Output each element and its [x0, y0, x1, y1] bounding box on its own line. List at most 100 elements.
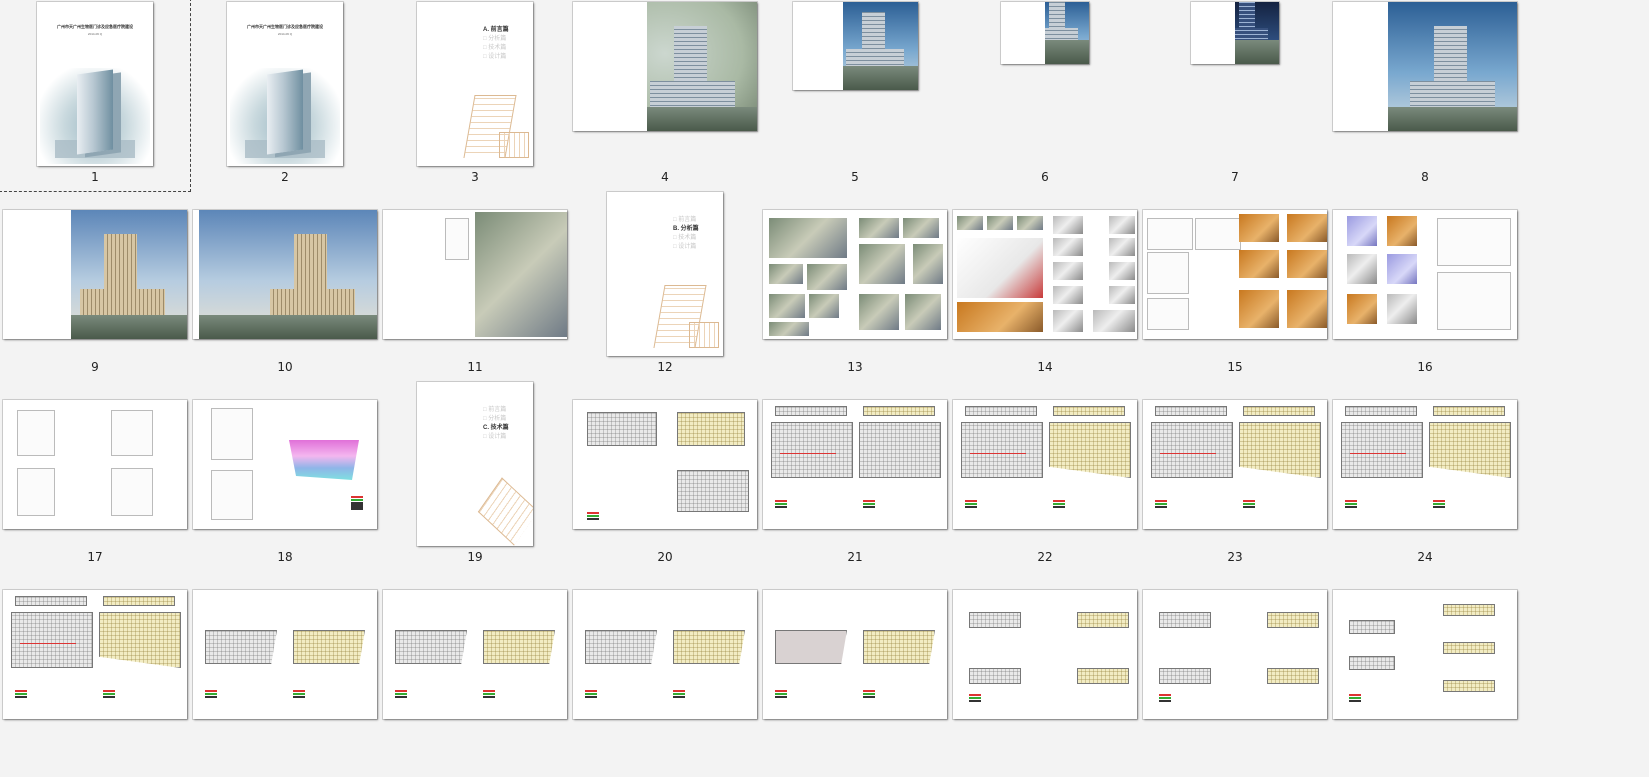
slide-cell[interactable]: [950, 570, 1140, 760]
slide-cell[interactable]: A. 前言篇 □ 分析篇 □ 技术篇 □ 设计篇 3: [380, 0, 570, 190]
legend: [293, 690, 305, 698]
slide-thumbnail[interactable]: [1001, 2, 1089, 64]
slide-cell[interactable]: 13: [760, 190, 950, 380]
massing-model: [1287, 214, 1327, 242]
slide-thumbnail[interactable]: [763, 210, 947, 339]
slide-cell[interactable]: 11: [380, 190, 570, 380]
slide-thumbnail[interactable]: 广州市天广州生物医门诊及应急医疗院建设 2014-06 Q: [227, 2, 343, 166]
slide-cell[interactable]: [760, 570, 950, 760]
slide-number: 13: [847, 360, 863, 374]
floor-plan: [587, 412, 657, 446]
blank-margin: [573, 2, 647, 131]
slide-thumbnail[interactable]: [953, 590, 1137, 719]
slide-thumbnail[interactable]: [573, 400, 757, 529]
photo-tile: [769, 294, 805, 318]
slide-cell[interactable]: 6: [950, 0, 1140, 190]
floor-plan: [99, 612, 181, 668]
slide-number: 3: [471, 170, 479, 184]
slide-thumbnail[interactable]: [1143, 400, 1327, 529]
floor-plan: [585, 630, 657, 664]
slide-thumbnail[interactable]: [1333, 590, 1517, 719]
slide-thumbnail[interactable]: [953, 400, 1137, 529]
slide-thumbnail[interactable]: [3, 210, 187, 339]
legend: [965, 500, 977, 508]
slide-number: 9: [91, 360, 99, 374]
massing-model: [1239, 214, 1279, 242]
slide-thumbnail[interactable]: [573, 2, 757, 131]
slide-thumbnail[interactable]: [1143, 210, 1327, 339]
legend: [673, 690, 685, 698]
slide-cell[interactable]: [0, 570, 190, 760]
slide-thumbnail[interactable]: [763, 400, 947, 529]
slide-cell[interactable]: 8: [1330, 0, 1520, 190]
slide-cell[interactable]: 5: [760, 0, 950, 190]
render-podium: [270, 288, 355, 317]
slide-cell[interactable]: 7: [1140, 0, 1330, 190]
slide-thumbnail[interactable]: A. 前言篇 □ 分析篇 □ 技术篇 □ 设计篇: [417, 2, 533, 166]
photo-tile: [807, 264, 847, 290]
slide-cell[interactable]: 17: [0, 380, 190, 570]
cover-title: 广州市天广州生物医门诊及应急医疗院建设: [57, 24, 133, 29]
massing-model: [1347, 254, 1377, 284]
slide-thumbnail[interactable]: [953, 210, 1137, 339]
legend: [205, 690, 217, 698]
slide-cell[interactable]: 4: [570, 0, 760, 190]
slide-thumbnail[interactable]: [763, 590, 947, 719]
slide-cell[interactable]: [1330, 570, 1520, 760]
diagram: [1195, 218, 1241, 250]
section-menu: □ 前言篇 B. 分析篇 □ 技术篇 □ 设计篇: [673, 216, 713, 252]
slide-cell[interactable]: 10: [190, 190, 380, 380]
cover-title: 广州市天广州生物医门诊及应急医疗院建设: [247, 24, 323, 29]
slide-cell[interactable]: 22: [950, 380, 1140, 570]
slide-thumbnail[interactable]: 广州市天广州生物医门诊及应急医疗院建设 2014-06 Q: [37, 2, 153, 166]
slide-thumbnail[interactable]: [1333, 210, 1517, 339]
slide-thumbnail[interactable]: □ 前言篇 B. 分析篇 □ 技术篇 □ 设计篇: [607, 192, 723, 356]
slide-thumbnail[interactable]: [1143, 590, 1327, 719]
legend: [483, 690, 495, 698]
legend: [1159, 694, 1171, 702]
slide-cell[interactable]: 15: [1140, 190, 1330, 380]
render-podium: [80, 288, 165, 317]
photo-tile: [1017, 216, 1043, 230]
slide-cell[interactable]: 20: [570, 380, 760, 570]
slide-cell[interactable]: 18: [190, 380, 380, 570]
slide-thumbnail[interactable]: [383, 590, 567, 719]
slide-thumbnail[interactable]: [193, 400, 377, 529]
slide-thumbnail[interactable]: [193, 210, 377, 339]
slide-cell[interactable]: 21: [760, 380, 950, 570]
slide-thumbnail[interactable]: □ 前言篇 □ 分析篇 C. 技术篇 □ 设计篇: [417, 382, 533, 546]
legend: [1433, 500, 1445, 508]
slide-cell[interactable]: □ 前言篇 B. 分析篇 □ 技术篇 □ 设计篇 12: [570, 190, 760, 380]
slide-thumbnail[interactable]: [1191, 2, 1279, 64]
floor-strip: [1077, 668, 1129, 684]
tower-illustration: [77, 69, 113, 155]
slide-thumbnail[interactable]: [3, 590, 187, 719]
massing-model: [1387, 294, 1417, 324]
slide-thumbnail[interactable]: [193, 590, 377, 719]
slide-cell[interactable]: 广州市天广州生物医门诊及应急医疗院建设 2014-06 Q 2: [190, 0, 380, 190]
slide-number: 18: [277, 550, 293, 564]
slide-cell[interactable]: [380, 570, 570, 760]
floor-plan: [483, 630, 555, 664]
slide-cell[interactable]: [1140, 570, 1330, 760]
slide-cell[interactable]: 24: [1330, 380, 1520, 570]
slide-sorter: 广州市天广州生物医门诊及应急医疗院建设 2014-06 Q 1 广州市天广州生物医门诊…: [0, 0, 1649, 777]
slide-cell[interactable]: 16: [1330, 190, 1520, 380]
slide-thumbnail[interactable]: [3, 400, 187, 529]
slide-cell[interactable]: 9: [0, 190, 190, 380]
massing-option: [1093, 310, 1135, 332]
slide-number: 21: [847, 550, 863, 564]
slide-cell[interactable]: 广州市天广州生物医门诊及应急医疗院建设 2014-06 Q 1: [0, 0, 191, 192]
slide-cell[interactable]: 23: [1140, 380, 1330, 570]
slide-thumbnail[interactable]: [1333, 2, 1517, 131]
slide-thumbnail[interactable]: [383, 210, 567, 339]
slide-cell[interactable]: [570, 570, 760, 760]
slide-thumbnail[interactable]: [573, 590, 757, 719]
slide-cell[interactable]: [190, 570, 380, 760]
slide-cell[interactable]: 14: [950, 190, 1140, 380]
slide-thumbnail[interactable]: [1333, 400, 1517, 529]
floor-plan: [677, 470, 749, 512]
slide-thumbnail[interactable]: [793, 2, 918, 90]
tower-strip: [1155, 406, 1227, 416]
slide-cell[interactable]: □ 前言篇 □ 分析篇 C. 技术篇 □ 设计篇 19: [380, 380, 570, 570]
